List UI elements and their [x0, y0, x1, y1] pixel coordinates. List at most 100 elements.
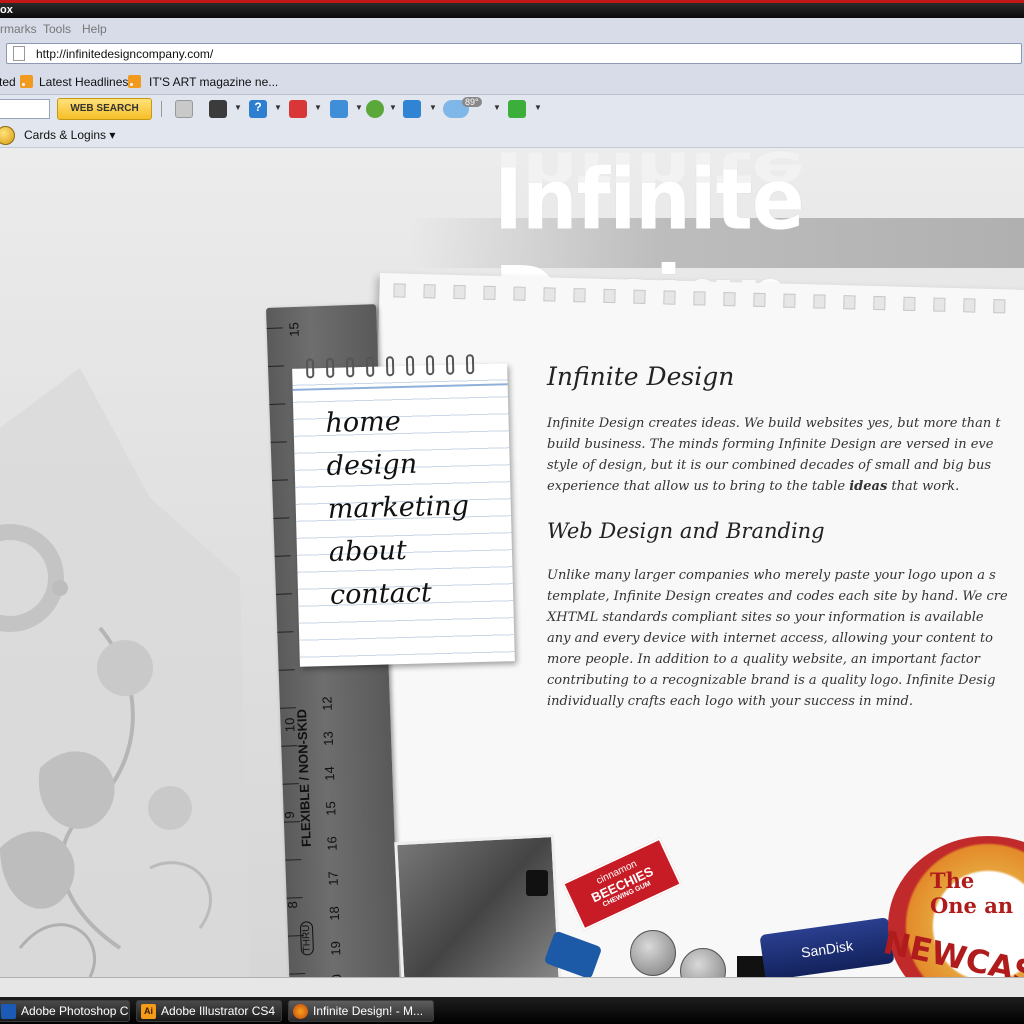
bookmark-latest-headlines[interactable]: Latest Headlines — [39, 75, 128, 89]
nav-design[interactable]: design — [326, 441, 468, 488]
perforation — [783, 293, 796, 308]
coin-icon — [630, 930, 676, 976]
ruler-tick — [266, 327, 283, 329]
ruler-tick — [269, 403, 286, 405]
address-url[interactable]: http://infinitedesigncompany.com/ — [36, 47, 213, 61]
messenger-icon[interactable] — [330, 100, 348, 118]
main-article: Infinite Design Infinite Design creates … — [547, 362, 1024, 712]
spiral-ring — [425, 355, 435, 376]
intro-paragraph: Infinite Design creates ideas. We build … — [547, 413, 1024, 497]
ruler-tick — [273, 517, 290, 519]
chevron-down-icon[interactable]: ▼ — [274, 103, 282, 112]
ideas-emphasis: ideas — [849, 479, 888, 494]
branding-line: contributing to a recognizable brand is … — [547, 673, 996, 688]
update-icon[interactable] — [508, 100, 526, 118]
branding-line: individually crafts each logo with your … — [547, 694, 913, 709]
intro-line: experience that allow us to bring to the… — [547, 479, 846, 494]
weather-temperature: 89° — [462, 97, 482, 107]
taskbar-label: Adobe Illustrator CS4 — [161, 1004, 276, 1018]
ruler-number: 19 — [327, 940, 344, 956]
taskbar-photoshop[interactable]: Adobe Photoshop C... — [0, 1000, 130, 1022]
perforation — [753, 292, 766, 308]
nav-marketing[interactable]: marketing — [327, 484, 469, 531]
branding-line: XHTML standards compliant sites so your … — [547, 610, 984, 625]
chevron-down-icon[interactable]: ▼ — [429, 103, 437, 112]
chevron-down-icon[interactable]: ▼ — [389, 103, 397, 112]
notepad-nav: home design marketing about contact — [292, 354, 515, 667]
chevron-down-icon[interactable]: ▼ — [234, 103, 242, 112]
smiley-icon[interactable] — [366, 100, 384, 118]
menu-bookmarks[interactable]: rmarks — [0, 22, 37, 36]
ruler-number: 8 — [284, 901, 301, 909]
spiral-ring — [305, 358, 315, 379]
ruler-tick — [289, 973, 306, 975]
intro-line: build business. The minds forming Infini… — [547, 437, 994, 452]
menu-tools[interactable]: Tools — [43, 22, 71, 36]
perforation — [573, 288, 586, 303]
binder-clip-icon — [526, 870, 548, 896]
article-heading: Infinite Design — [547, 362, 735, 391]
chevron-down-icon[interactable]: ▼ — [314, 103, 322, 112]
nav-about[interactable]: about — [328, 527, 470, 574]
ruler-number: 14 — [321, 766, 338, 782]
ruler-tick — [277, 631, 294, 633]
ruler-tick — [268, 365, 285, 367]
bookmark-its-art[interactable]: IT'S ART magazine ne... — [149, 75, 278, 89]
chevron-down-icon[interactable]: ▼ — [355, 103, 363, 112]
help-icon[interactable]: ? — [249, 100, 267, 118]
ruler-tick — [270, 441, 287, 443]
spiral-ring — [465, 354, 475, 375]
cards-logins-bar: Cards & Logins ▾ — [0, 123, 1024, 148]
address-field[interactable]: http://infinitedesigncompany.com/ — [6, 43, 1022, 64]
branding-line: more people. In addition to a quality we… — [547, 652, 980, 667]
web-search-button[interactable]: WEB SEARCH — [57, 98, 152, 120]
games-icon[interactable] — [289, 100, 307, 118]
ruler-tick — [275, 593, 293, 595]
window-titlebar: ox — [0, 0, 1024, 18]
ruler-tick — [278, 669, 295, 671]
perforation — [693, 291, 706, 306]
perforation — [453, 284, 466, 300]
nav-home[interactable]: home — [325, 398, 467, 445]
search-toolbar: WEB SEARCH ▼ ? ▼ ▼ ▼ ▼ ▼ 89° ▼ ▼ — [0, 95, 1024, 123]
site-logo-reflection: Infinite Design — [494, 148, 804, 202]
ruler-tick — [272, 479, 289, 481]
chevron-down-icon[interactable]: ▼ — [534, 103, 542, 112]
spiral-ring — [345, 357, 355, 378]
cards-logins-menu[interactable]: Cards & Logins ▾ — [24, 128, 115, 142]
menu-help[interactable]: Help — [82, 22, 107, 36]
rss-icon — [20, 75, 33, 88]
spiral-ring — [445, 354, 455, 375]
ruler-tick — [274, 555, 291, 557]
bookmark-item-truncated[interactable]: ted — [0, 75, 16, 89]
ruler-number: 12 — [319, 696, 335, 712]
ruler-label: FLEXIBLE / NON-SKID — [294, 708, 314, 848]
perforation — [543, 287, 556, 302]
ruler-tick — [286, 897, 303, 899]
ruler-tick — [285, 859, 302, 861]
badge-top-text: The One an — [930, 868, 1014, 918]
bw-photo — [394, 833, 562, 977]
status-bar — [0, 977, 1024, 997]
chevron-down-icon[interactable]: ▼ — [493, 103, 501, 112]
photoshop-icon — [1, 1004, 16, 1019]
page-icon — [13, 46, 25, 61]
taskbar-firefox[interactable]: Infinite Design! - M... — [288, 1000, 434, 1022]
taskbar-illustrator[interactable]: Ai Adobe Illustrator CS4 — [136, 1000, 282, 1022]
ruler-number: 15 — [286, 322, 302, 338]
intro-line: style of design, but it is our combined … — [547, 458, 992, 473]
mail-icon[interactable] — [403, 100, 421, 118]
lock-icon[interactable] — [0, 126, 15, 145]
ruler-brand: THRU — [299, 921, 315, 956]
taskbar-label: Infinite Design! - M... — [313, 1004, 424, 1018]
perforation — [483, 285, 496, 301]
nav-contact[interactable]: contact — [330, 570, 472, 617]
perforation — [963, 298, 976, 313]
perforation — [993, 299, 1006, 314]
ruler-number: 15 — [322, 801, 339, 817]
toolbar-search-input[interactable] — [0, 99, 50, 119]
taskbar: Adobe Photoshop C... Ai Adobe Illustrato… — [0, 997, 1024, 1024]
wp-icon[interactable] — [209, 100, 227, 118]
highlighter-icon[interactable] — [175, 100, 193, 118]
spiral-ring — [405, 355, 415, 376]
